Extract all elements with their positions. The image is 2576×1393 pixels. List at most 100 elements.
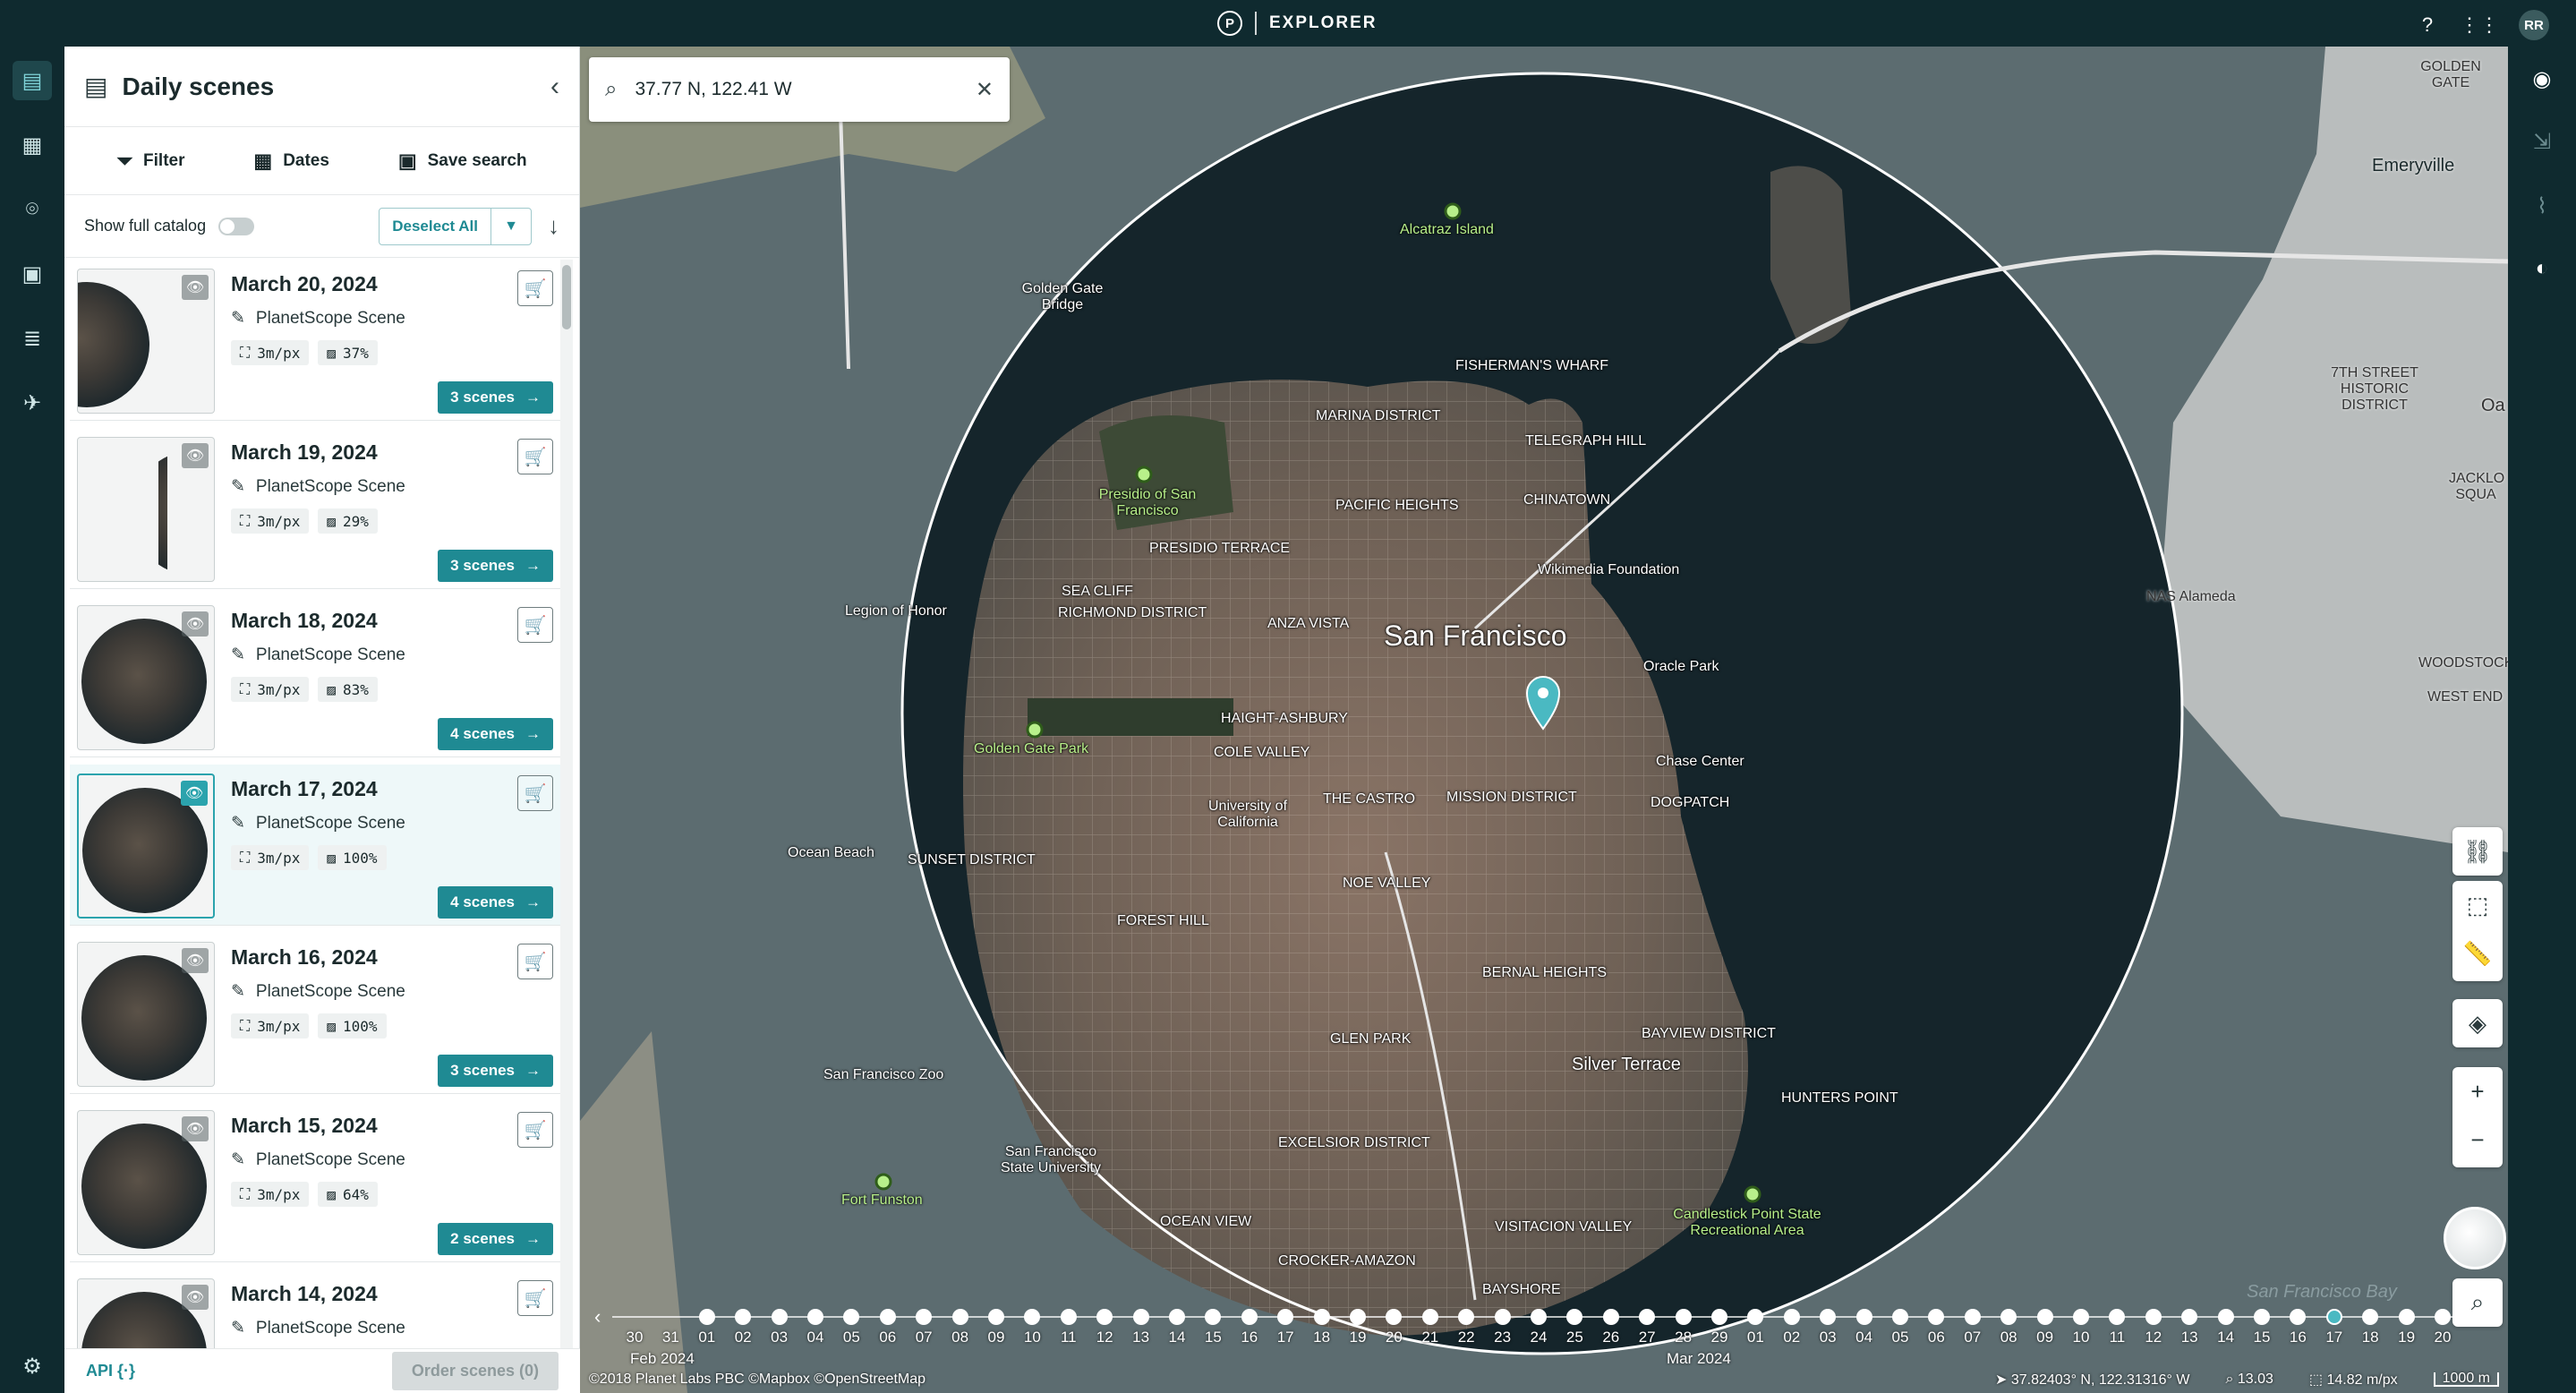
- timeline-day-dot[interactable]: [1602, 1309, 1619, 1325]
- add-to-cart-icon[interactable]: 🛒: [517, 439, 553, 474]
- fort-funston-marker-icon[interactable]: [874, 1173, 892, 1191]
- timeline-day-dot[interactable]: [1855, 1309, 1872, 1325]
- scenes-count-button[interactable]: 4 scenes →: [438, 718, 553, 750]
- scene-list-scrollbar[interactable]: [560, 260, 573, 1348]
- add-to-cart-icon[interactable]: 🛒: [517, 270, 553, 306]
- timeline-day-dot[interactable]: [2181, 1309, 2198, 1325]
- avatar[interactable]: RR: [2519, 10, 2549, 40]
- scene-card[interactable]: 👁 March 16, 2024 ✎ PlanetScope Scene ⛶ 3m/…: [70, 933, 560, 1094]
- zoom-out-icon[interactable]: −: [2452, 1115, 2503, 1164]
- timeline-day-dot[interactable]: [1964, 1309, 1981, 1325]
- timeline-day-dot[interactable]: [1350, 1309, 1366, 1325]
- timeline-day-dot[interactable]: [2109, 1309, 2126, 1325]
- timeline-day-dot[interactable]: [1241, 1309, 1258, 1325]
- scene-card[interactable]: 👁 March 20, 2024 ✎ PlanetScope Scene ⛶ 3m/…: [70, 260, 560, 421]
- layers-icon[interactable]: ◈: [2452, 999, 2503, 1047]
- places-icon[interactable]: ⌾: [13, 190, 52, 229]
- scene-card[interactable]: 👁 March 17, 2024 ✎ PlanetScope Scene ⛶ 3m/…: [70, 765, 560, 926]
- timeline-day-dot[interactable]: [1783, 1309, 1800, 1325]
- chevron-down-icon[interactable]: ▼: [491, 209, 531, 244]
- timeline-day-dot[interactable]: [1639, 1309, 1656, 1325]
- timeline-day-dot[interactable]: [1313, 1309, 1330, 1325]
- scenes-count-button[interactable]: 3 scenes →: [438, 381, 553, 414]
- link-icon[interactable]: ⛓: [2452, 827, 2503, 876]
- eye-icon[interactable]: 👁: [182, 1116, 209, 1141]
- timeline-day-dot[interactable]: [2362, 1309, 2379, 1325]
- globe-view-icon[interactable]: [2444, 1207, 2506, 1269]
- location-search-input[interactable]: [635, 79, 940, 100]
- timeline-day-dot[interactable]: [1024, 1309, 1041, 1325]
- timeline-day-dot[interactable]: [2435, 1309, 2451, 1325]
- timeline-day-dot[interactable]: [1566, 1309, 1583, 1325]
- map-layers-icon[interactable]: ▣: [13, 254, 52, 294]
- timeline-day-dot[interactable]: [879, 1309, 896, 1325]
- zoom-in-icon[interactable]: +: [2452, 1067, 2503, 1115]
- timeline-day-dot[interactable]: [916, 1309, 933, 1325]
- settings-icon[interactable]: ⚙: [13, 1346, 52, 1386]
- timeline-day-dot[interactable]: [2073, 1309, 2089, 1325]
- timeline-day-dot[interactable]: [1928, 1309, 1945, 1325]
- scene-thumbnail[interactable]: 👁: [77, 437, 215, 582]
- scenes-count-button[interactable]: 3 scenes →: [438, 550, 553, 582]
- scene-thumbnail[interactable]: 👁: [77, 942, 215, 1087]
- deselect-all-button[interactable]: Deselect All: [380, 208, 491, 244]
- timeline-day-dot[interactable]: [1421, 1309, 1438, 1325]
- contrast-icon[interactable]: ◐: [2522, 249, 2562, 288]
- timeline-day-dot[interactable]: [1531, 1309, 1547, 1325]
- candlestick-marker-icon[interactable]: [1744, 1185, 1761, 1203]
- timeline-day-dot[interactable]: [2036, 1309, 2053, 1325]
- eye-icon[interactable]: 👁: [182, 443, 209, 468]
- eye-icon[interactable]: 👁: [181, 781, 208, 806]
- timeline-day-dot[interactable]: [1747, 1309, 1764, 1325]
- date-timeline[interactable]: ‹ › Feb 2024 Mar 2024 30 31 01 02 03 04 05 06 07…: [580, 1305, 2508, 1367]
- scene-card[interactable]: 👁 March 15, 2024 ✎ PlanetScope Scene ⛶ 3m/…: [70, 1101, 560, 1262]
- save-search-button[interactable]: ▣ Save search: [398, 150, 527, 173]
- ruler-icon[interactable]: 📏: [2452, 929, 2503, 978]
- tasks-icon[interactable]: ≣: [13, 319, 52, 358]
- scene-card[interactable]: 👁 March 19, 2024 ✎ PlanetScope Scene ⛶ 3m/…: [70, 428, 560, 589]
- timeline-day-dot[interactable]: [951, 1309, 968, 1325]
- timeline-day-dot[interactable]: [2145, 1309, 2162, 1325]
- timeline-day-dot[interactable]: [807, 1309, 823, 1325]
- timeline-day-dot[interactable]: [1386, 1309, 1403, 1325]
- timeline-day-dot[interactable]: [1096, 1309, 1113, 1325]
- timeline-day-dot[interactable]: [698, 1309, 715, 1325]
- timeline-day-dot[interactable]: [1494, 1309, 1511, 1325]
- scene-card[interactable]: 👁 March 18, 2024 ✎ PlanetScope Scene ⛶ 3m/…: [70, 596, 560, 757]
- show-full-catalog-toggle[interactable]: [218, 217, 255, 235]
- timeline-prev-icon[interactable]: ‹: [594, 1305, 601, 1329]
- add-to-cart-icon[interactable]: 🛒: [517, 1280, 553, 1316]
- eye-icon[interactable]: 👁: [182, 611, 209, 637]
- timeline-day-dot[interactable]: [2254, 1309, 2270, 1325]
- scene-thumbnail[interactable]: 👁: [77, 1278, 215, 1348]
- timeline-day-dot[interactable]: [988, 1309, 1004, 1325]
- select-area-icon[interactable]: ⬚: [2452, 881, 2503, 929]
- timeline-day-dot[interactable]: [1169, 1309, 1185, 1325]
- clear-search-icon[interactable]: ✕: [976, 77, 994, 103]
- eye-icon[interactable]: 👁: [182, 1285, 209, 1310]
- scenes-count-button[interactable]: 2 scenes →: [438, 1223, 553, 1255]
- mosaics-icon[interactable]: ▦: [13, 125, 52, 165]
- order-scenes-button[interactable]: Order scenes (0): [391, 1352, 559, 1390]
- eye-icon[interactable]: 👁: [182, 275, 209, 300]
- scene-thumbnail[interactable]: 👁: [77, 269, 215, 414]
- alcatraz-marker-icon[interactable]: [1444, 202, 1462, 220]
- sort-icon[interactable]: ↓: [548, 212, 559, 240]
- eye-icon[interactable]: 👁: [182, 948, 209, 973]
- help-icon[interactable]: ?: [2415, 13, 2440, 38]
- golden-gate-park-marker-icon[interactable]: [1026, 721, 1044, 739]
- timeline-day-dot[interactable]: [1458, 1309, 1475, 1325]
- timeline-day-dot[interactable]: [2325, 1309, 2342, 1325]
- scenes-count-button[interactable]: 3 scenes →: [438, 1055, 553, 1087]
- scenes-count-button[interactable]: 4 scenes →: [438, 886, 553, 919]
- timeline-day-dot[interactable]: [1060, 1309, 1077, 1325]
- timeline-day-dot[interactable]: [2398, 1309, 2415, 1325]
- apps-grid-icon[interactable]: ⋮⋮: [2460, 13, 2499, 38]
- add-to-cart-icon[interactable]: 🛒: [517, 944, 553, 979]
- scene-card[interactable]: 👁 March 14, 2024 ✎ PlanetScope Scene 🛒: [70, 1269, 560, 1348]
- timeline-day-dot[interactable]: [2217, 1309, 2234, 1325]
- satellite-signal-icon[interactable]: ◉: [2522, 59, 2562, 98]
- chart-icon[interactable]: ⌇: [2522, 186, 2562, 226]
- dates-button[interactable]: ▦ Dates: [253, 150, 329, 173]
- scene-thumbnail[interactable]: 👁: [77, 1110, 215, 1255]
